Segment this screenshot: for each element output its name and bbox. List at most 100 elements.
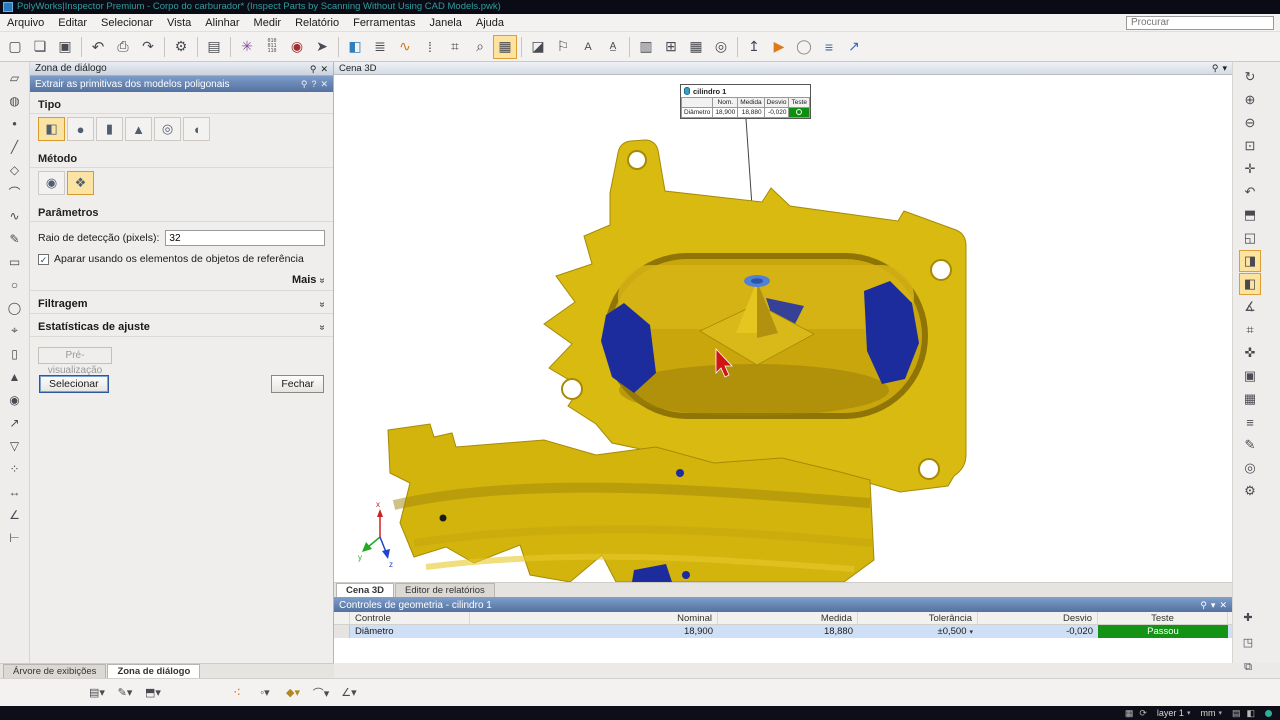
- distance-icon[interactable]: ↔: [4, 481, 26, 502]
- cluster-icon[interactable]: ⁘: [4, 458, 26, 479]
- close-icon[interactable]: ✕: [320, 79, 328, 89]
- col-tolerancia[interactable]: Tolerância: [858, 612, 978, 624]
- pins-icon[interactable]: ⁞: [418, 35, 442, 59]
- perspective-icon[interactable]: ◱: [1239, 227, 1261, 249]
- options-gear-icon[interactable]: ⚙: [169, 35, 193, 59]
- cylinder-icon[interactable]: ▯: [4, 343, 26, 364]
- flag-icon[interactable]: ⚐: [551, 35, 575, 59]
- digital-readout-icon[interactable]: 010 011 110: [260, 35, 284, 59]
- object-menu-icon[interactable]: ⬒▾: [140, 681, 166, 705]
- pencil-icon[interactable]: ✎: [4, 228, 26, 249]
- pin-icon[interactable]: ⚲: [1200, 600, 1207, 610]
- col-teste[interactable]: Teste: [1098, 612, 1228, 624]
- type-cylinder-icon[interactable]: ▮: [96, 117, 123, 141]
- cell-tolerancia-dropdown[interactable]: ±0,500 ▾: [858, 625, 978, 638]
- measurement-callout[interactable]: cilindro 1 Nom. Medida Desvio Teste Diâm…: [680, 84, 812, 119]
- measure-cluster-icon[interactable]: ⁖: [224, 681, 250, 705]
- close-icon[interactable]: ✕: [320, 64, 328, 74]
- close-icon[interactable]: ✕: [1219, 600, 1227, 610]
- row-selector[interactable]: [334, 625, 350, 638]
- view-settings-icon[interactable]: ⚙: [1239, 480, 1261, 502]
- export-icon[interactable]: ↥: [742, 35, 766, 59]
- 3d-part-render[interactable]: x y z: [334, 75, 1232, 582]
- line-icon[interactable]: ╱: [4, 136, 26, 157]
- estatisticas-expander[interactable]: Estatísticas de ajuste »: [30, 314, 333, 337]
- detection-radius-input[interactable]: [165, 230, 325, 246]
- caliper-icon[interactable]: ⊢: [4, 527, 26, 548]
- menu-icon[interactable]: ▾: [1211, 600, 1216, 610]
- hand-icon[interactable]: ✜: [1239, 342, 1261, 364]
- select-elements-icon[interactable]: ⌗: [443, 35, 467, 59]
- type-slot-icon[interactable]: ◖: [183, 117, 210, 141]
- standard-views-icon[interactable]: ⬒: [1239, 204, 1261, 226]
- gauge-icon[interactable]: ◉: [285, 35, 309, 59]
- select-button[interactable]: Selecionar: [39, 375, 109, 393]
- profile-menu-icon[interactable]: ⌒▾: [308, 681, 334, 705]
- font-search-icon[interactable]: A̲: [601, 35, 625, 59]
- slab-icon[interactable]: ▭: [4, 251, 26, 272]
- show-primitives-icon[interactable]: ◨: [1239, 250, 1261, 272]
- export-table-icon[interactable]: ⧉: [1238, 658, 1258, 676]
- menu-editar[interactable]: Editar: [51, 14, 94, 32]
- surface-icon[interactable]: ◪: [526, 35, 550, 59]
- zoom-in-icon[interactable]: ⊕: [1239, 89, 1261, 111]
- snapshot-view-icon[interactable]: ◎: [1239, 457, 1261, 479]
- col-desvio[interactable]: Desvio: [978, 612, 1098, 624]
- report-menu-icon[interactable]: ▤▾: [84, 681, 110, 705]
- method-auto-icon[interactable]: ❖: [67, 171, 94, 195]
- layer-selector[interactable]: layer 1 ▾: [1157, 708, 1191, 718]
- tab-zona-dialogo[interactable]: Zona de diálogo: [107, 664, 201, 678]
- point-icon[interactable]: ●: [4, 113, 26, 134]
- status-report-icon[interactable]: ▤: [1232, 708, 1241, 719]
- mesh-view-icon[interactable]: ▦: [1239, 388, 1261, 410]
- layers-icon[interactable]: ≡: [1239, 411, 1261, 433]
- probe-arrow-icon[interactable]: ➤: [310, 35, 334, 59]
- col-controle[interactable]: Controle: [350, 612, 470, 624]
- measure-view-icon[interactable]: ∡: [1239, 296, 1261, 318]
- table-icon[interactable]: ▦: [684, 35, 708, 59]
- ellipse-icon[interactable]: ◯: [4, 297, 26, 318]
- menu-arquivo[interactable]: Arquivo: [0, 14, 51, 32]
- menu-ferramentas[interactable]: Ferramentas: [346, 14, 422, 32]
- annotation-icon[interactable]: ✎: [1239, 434, 1261, 456]
- find-text-icon[interactable]: A: [576, 35, 600, 59]
- cone-icon[interactable]: ▲: [4, 366, 26, 387]
- plane-icon[interactable]: ◇: [4, 159, 26, 180]
- preview-button[interactable]: Pré-visualização: [38, 347, 112, 376]
- play-macro-icon[interactable]: ▶: [767, 35, 791, 59]
- menu-selecionar[interactable]: Selecionar: [94, 14, 160, 32]
- stop-macro-icon[interactable]: ◯: [792, 35, 816, 59]
- rotate-view-icon[interactable]: ↻: [1239, 66, 1261, 88]
- zoom-out-icon[interactable]: ⊖: [1239, 112, 1261, 134]
- search-input[interactable]: [1127, 17, 1273, 28]
- menu-relatorio[interactable]: Relatório: [288, 14, 346, 32]
- arc-icon[interactable]: ⌒: [4, 182, 26, 203]
- report-add-icon[interactable]: ⊞: [659, 35, 683, 59]
- point-menu-icon[interactable]: ◦▾: [252, 681, 278, 705]
- chart-icon[interactable]: ↗: [842, 35, 866, 59]
- pan-icon[interactable]: ✛: [1239, 158, 1261, 180]
- status-view-icon[interactable]: ◧: [1246, 708, 1255, 719]
- vector-icon[interactable]: ↗: [4, 412, 26, 433]
- method-anchor-icon[interactable]: ◉: [38, 171, 65, 195]
- status-grid-icon[interactable]: ▦: [1125, 708, 1134, 719]
- status-refresh-icon[interactable]: ⟳: [1139, 708, 1147, 719]
- tab-arvore-exibicoes[interactable]: Árvore de exibições: [3, 664, 107, 678]
- redo-icon[interactable]: ↷: [136, 35, 160, 59]
- previous-view-icon[interactable]: ↶: [1239, 181, 1261, 203]
- circle-icon[interactable]: ○: [4, 274, 26, 295]
- type-sphere-icon[interactable]: ●: [67, 117, 94, 141]
- trim-checkbox[interactable]: ✓: [38, 253, 49, 265]
- open-file-icon[interactable]: ❏: [28, 35, 52, 59]
- ruler-icon[interactable]: ⌗: [1239, 319, 1261, 341]
- probe-star-icon[interactable]: ✳: [235, 35, 259, 59]
- units-selector[interactable]: mm ▾: [1200, 708, 1222, 718]
- box-zoom-icon[interactable]: ▣: [1239, 365, 1261, 387]
- pin-icon[interactable]: ⚲: [301, 79, 308, 89]
- add-control-icon[interactable]: ✚: [1238, 608, 1258, 626]
- col-medida[interactable]: Medida: [718, 612, 858, 624]
- new-file-icon[interactable]: ▢: [3, 35, 27, 59]
- camera-icon[interactable]: ◎: [709, 35, 733, 59]
- split-view-icon[interactable]: ◧: [1239, 273, 1261, 295]
- macro-list-icon[interactable]: ≡: [817, 35, 841, 59]
